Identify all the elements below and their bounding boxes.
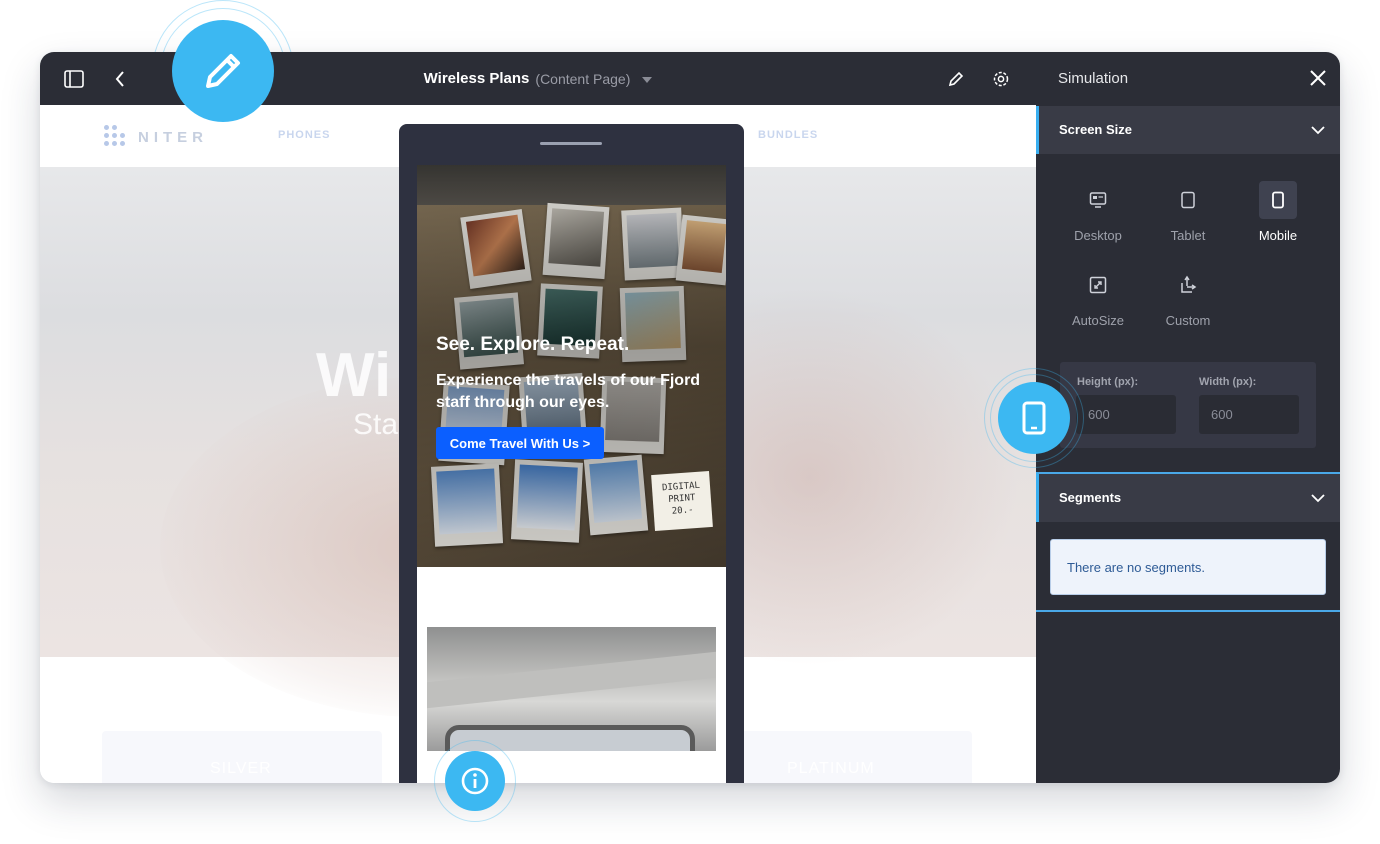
- price-tag: DIGITAL PRINT 20.-: [651, 471, 713, 531]
- phone-icon: [998, 382, 1070, 454]
- back-icon[interactable]: [108, 67, 132, 91]
- chevron-down-icon[interactable]: [642, 76, 653, 83]
- nav-phones[interactable]: PHONES: [278, 129, 330, 141]
- plan-label-silver: SILVER: [210, 760, 272, 777]
- info-icon: [445, 751, 505, 811]
- logo-icon: [104, 125, 132, 147]
- segments-section-header[interactable]: Segments: [1036, 472, 1340, 522]
- custom-icon: [1169, 266, 1207, 304]
- app-window: NITER PHONES BUNDLES Wi s Sta SILVER PLA…: [40, 52, 1340, 783]
- size-option-desktop[interactable]: Desktop: [1062, 181, 1134, 243]
- size-option-label: Custom: [1165, 313, 1211, 328]
- segments-empty-message: There are no segments.: [1050, 539, 1326, 595]
- drag-handle[interactable]: [540, 142, 602, 145]
- mobile-icon: [1259, 181, 1297, 219]
- mobile-headline: See. Explore. Repeat.: [436, 334, 630, 355]
- site-logo: NITER: [138, 129, 208, 146]
- hero-image: DIGITAL PRINT 20.-: [417, 165, 726, 567]
- section-title: Screen Size: [1059, 122, 1132, 137]
- size-option-label: Mobile: [1258, 228, 1298, 243]
- size-option-autosize[interactable]: AutoSize: [1062, 266, 1134, 328]
- width-label: Width (px):: [1199, 376, 1257, 388]
- tablet-icon: [1169, 181, 1207, 219]
- mobile-preview-frame: DIGITAL PRINT 20.- See. Explore. Repeat.…: [399, 124, 744, 783]
- autosize-icon: [1079, 266, 1117, 304]
- section-title: Segments: [1059, 490, 1122, 505]
- desktop-icon: [1079, 181, 1117, 219]
- chevron-down-icon: [1310, 122, 1326, 138]
- size-option-label: Desktop: [1074, 228, 1122, 243]
- dimension-fields: Height (px): Width (px): 600 600: [1060, 362, 1316, 448]
- panel-title: Simulation: [1058, 70, 1129, 87]
- hero-subtitle: Sta: [353, 408, 399, 441]
- pencil-icon: [172, 20, 274, 122]
- nav-bundles[interactable]: BUNDLES: [758, 129, 818, 141]
- chevron-down-icon: [1310, 490, 1326, 506]
- size-option-label: AutoSize: [1071, 313, 1125, 328]
- height-input[interactable]: 600: [1076, 395, 1176, 434]
- plan-label-platinum: PLATINUM: [787, 760, 875, 777]
- cta-button[interactable]: Come Travel With Us >: [436, 427, 604, 459]
- hero-title: Wi: [316, 341, 392, 410]
- size-option-tablet[interactable]: Tablet: [1152, 181, 1224, 243]
- width-input[interactable]: 600: [1199, 395, 1299, 434]
- screen-size-section-header[interactable]: Screen Size: [1036, 106, 1340, 154]
- page-title[interactable]: Wireless Plans: [424, 70, 530, 87]
- size-option-custom[interactable]: Custom: [1152, 266, 1224, 328]
- sidebar-toggle-icon[interactable]: [62, 67, 86, 91]
- height-label: Height (px):: [1077, 376, 1139, 388]
- gear-icon[interactable]: [989, 67, 1013, 91]
- secondary-image: [427, 627, 716, 751]
- mobile-subheadline: Experience the travels of our Fjord staf…: [436, 372, 701, 411]
- size-option-mobile[interactable]: Mobile: [1242, 181, 1314, 243]
- edit-icon[interactable]: [944, 67, 968, 91]
- section-divider: [1036, 610, 1340, 612]
- size-option-label: Tablet: [1170, 228, 1206, 243]
- page-type: (Content Page): [535, 70, 631, 87]
- close-icon[interactable]: [1306, 66, 1330, 90]
- mobile-screen: DIGITAL PRINT 20.- See. Explore. Repeat.…: [417, 165, 726, 783]
